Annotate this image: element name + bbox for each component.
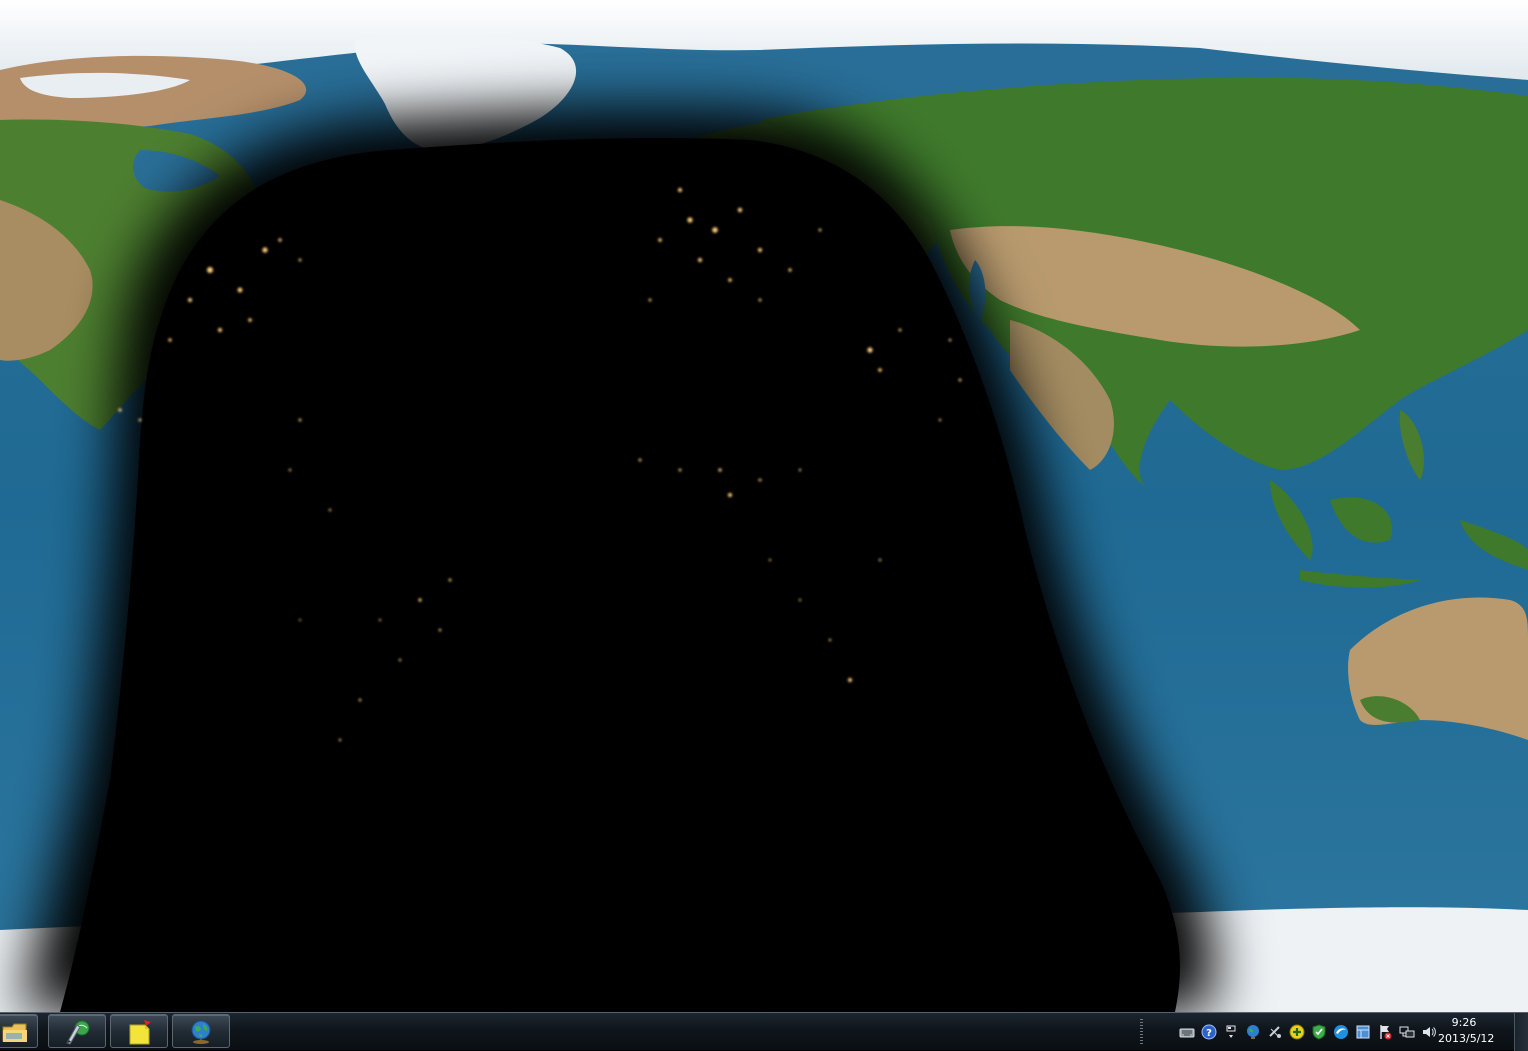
folder-icon	[2, 1023, 27, 1042]
tray-grip[interactable]	[1140, 1019, 1143, 1045]
browser-icon[interactable]	[1333, 1024, 1349, 1040]
flag-icon[interactable]	[1223, 1024, 1239, 1040]
window-icon[interactable]	[1355, 1024, 1371, 1040]
volume-icon[interactable]	[1421, 1024, 1437, 1040]
network-globe-icon[interactable]	[1245, 1024, 1261, 1040]
add-icon[interactable]	[1289, 1024, 1305, 1040]
file-explorer-button[interactable]	[0, 1014, 38, 1048]
sticky-note-icon	[129, 1020, 151, 1045]
keyboard-icon[interactable]	[1179, 1024, 1195, 1040]
world-map-image	[0, 0, 1528, 1012]
pen-tablet-button[interactable]	[48, 1014, 106, 1048]
show-desktop-button[interactable]	[1514, 1013, 1528, 1051]
svg-text:?: ?	[1206, 1028, 1212, 1039]
system-tray: ?	[1176, 1019, 1440, 1045]
network-icon[interactable]	[1399, 1024, 1415, 1040]
desktop-wallpaper	[0, 0, 1528, 1012]
pen-globe-icon	[66, 1020, 90, 1045]
globe-app-button[interactable]	[172, 1014, 230, 1048]
security-shield-icon[interactable]	[1311, 1024, 1327, 1040]
notes-button[interactable]	[110, 1014, 168, 1048]
clock-time: 9:26	[1451, 1016, 1477, 1029]
help-icon[interactable]: ?	[1201, 1024, 1217, 1040]
globe-icon	[191, 1020, 211, 1044]
taskbar-clock[interactable]: 9:26 2013/5/12	[1438, 1015, 1495, 1047]
action-center-icon[interactable]	[1377, 1024, 1393, 1040]
clock-date: 2013/5/12	[1438, 1032, 1495, 1045]
taskbar: ? 9:26 2013/5/12	[0, 1012, 1528, 1051]
satellite-icon[interactable]	[1267, 1024, 1283, 1040]
